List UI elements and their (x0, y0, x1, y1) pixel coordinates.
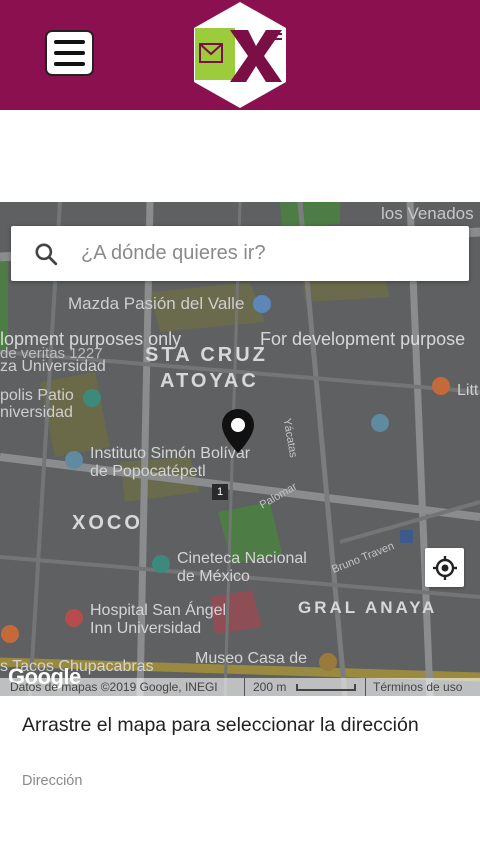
my-location-button[interactable] (425, 548, 464, 587)
dev-watermark: For development purpose (260, 329, 466, 349)
map-instruction-text: Arrastre el mapa para seleccionar la dir… (22, 714, 419, 736)
brand-logo (194, 2, 286, 108)
map-label-universidad: niversidad (0, 404, 73, 421)
menu-button[interactable] (45, 30, 94, 76)
search-input[interactable] (81, 242, 441, 265)
map-label-gral-anaya: GRAL ANAYA (298, 598, 438, 617)
attribution-divider (244, 678, 245, 696)
menu-icon-bar (54, 62, 85, 66)
map-label-instituto: de Popocatépetl (90, 463, 206, 480)
destination-search-bar[interactable] (11, 226, 469, 281)
map-scale-label: 200 m (253, 680, 287, 694)
menu-icon-bar (54, 51, 85, 55)
map-pin-icon (222, 409, 254, 453)
attribution-divider (365, 678, 366, 696)
search-icon (35, 242, 58, 265)
map-attribution-bar: Datos de mapas ©2019 Google, INEGI 200 m… (0, 678, 480, 696)
map-label-hospital: Hospital San Ángel (90, 602, 227, 619)
map-label-venados: los Venados (381, 204, 474, 223)
menu-icon-bar (54, 40, 85, 44)
map-label-lit: Litt (457, 382, 479, 399)
map-label-sta-cruz: STA CRUZ (145, 344, 268, 366)
address-field[interactable] (22, 795, 458, 825)
map-label-atoyac: ATOYAC (160, 370, 259, 392)
map-label-cineteca: de México (177, 568, 250, 585)
map-label-mazda: Mazda Pasión del Valle (68, 294, 245, 313)
map-label-xoco: XOCO (72, 512, 143, 534)
map-scale-bar (296, 684, 356, 691)
terms-link[interactable]: Términos de uso (373, 680, 462, 694)
map-label-hospital: Inn Universidad (90, 620, 202, 637)
map-label-patio: polis Patio (0, 387, 74, 404)
route-number: 1 (217, 486, 224, 498)
app-header (0, 0, 480, 110)
my-location-icon (432, 555, 457, 580)
map-label-museo: Museo Casa de (195, 650, 308, 667)
map-data-attribution: Datos de mapas ©2019 Google, INEGI (10, 680, 218, 694)
map-label-cineteca: Cineteca Nacional (177, 550, 307, 567)
address-label: Dirección (22, 773, 83, 789)
map-label-universidad: za Universidad (0, 358, 106, 375)
